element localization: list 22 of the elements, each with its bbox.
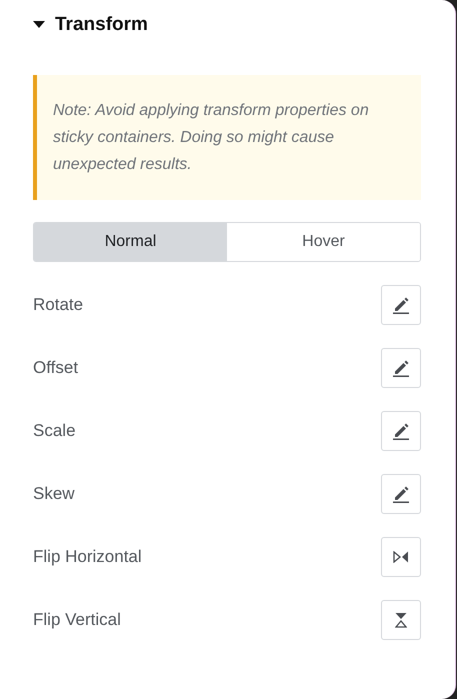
edit-button[interactable] [381, 474, 421, 514]
flip-button[interactable] [381, 600, 421, 640]
edit-button[interactable] [381, 285, 421, 325]
caret-icon[interactable] [33, 21, 45, 29]
state-tab[interactable]: Normal [34, 223, 227, 261]
pencil-icon [392, 485, 410, 503]
pencil-icon [392, 359, 410, 377]
edit-button[interactable] [381, 411, 421, 451]
pencil-icon [392, 296, 410, 314]
flip-button[interactable] [381, 537, 421, 577]
control-label: Skew [33, 484, 75, 504]
flip-vertical-icon [395, 612, 407, 628]
flip-horizontal-icon [393, 551, 409, 563]
control-label: Offset [33, 358, 78, 378]
control-label: Scale [33, 421, 76, 441]
pencil-icon [392, 422, 410, 440]
edit-button[interactable] [381, 348, 421, 388]
control-label: Rotate [33, 295, 84, 315]
control-label: Flip Horizontal [33, 547, 142, 567]
control-label: Flip Vertical [33, 610, 121, 630]
section-title[interactable]: Transform [55, 14, 148, 36]
note-text: Note: Avoid applying transform properties on sticky containers. Doing so might cause unexpected results. [33, 75, 421, 200]
